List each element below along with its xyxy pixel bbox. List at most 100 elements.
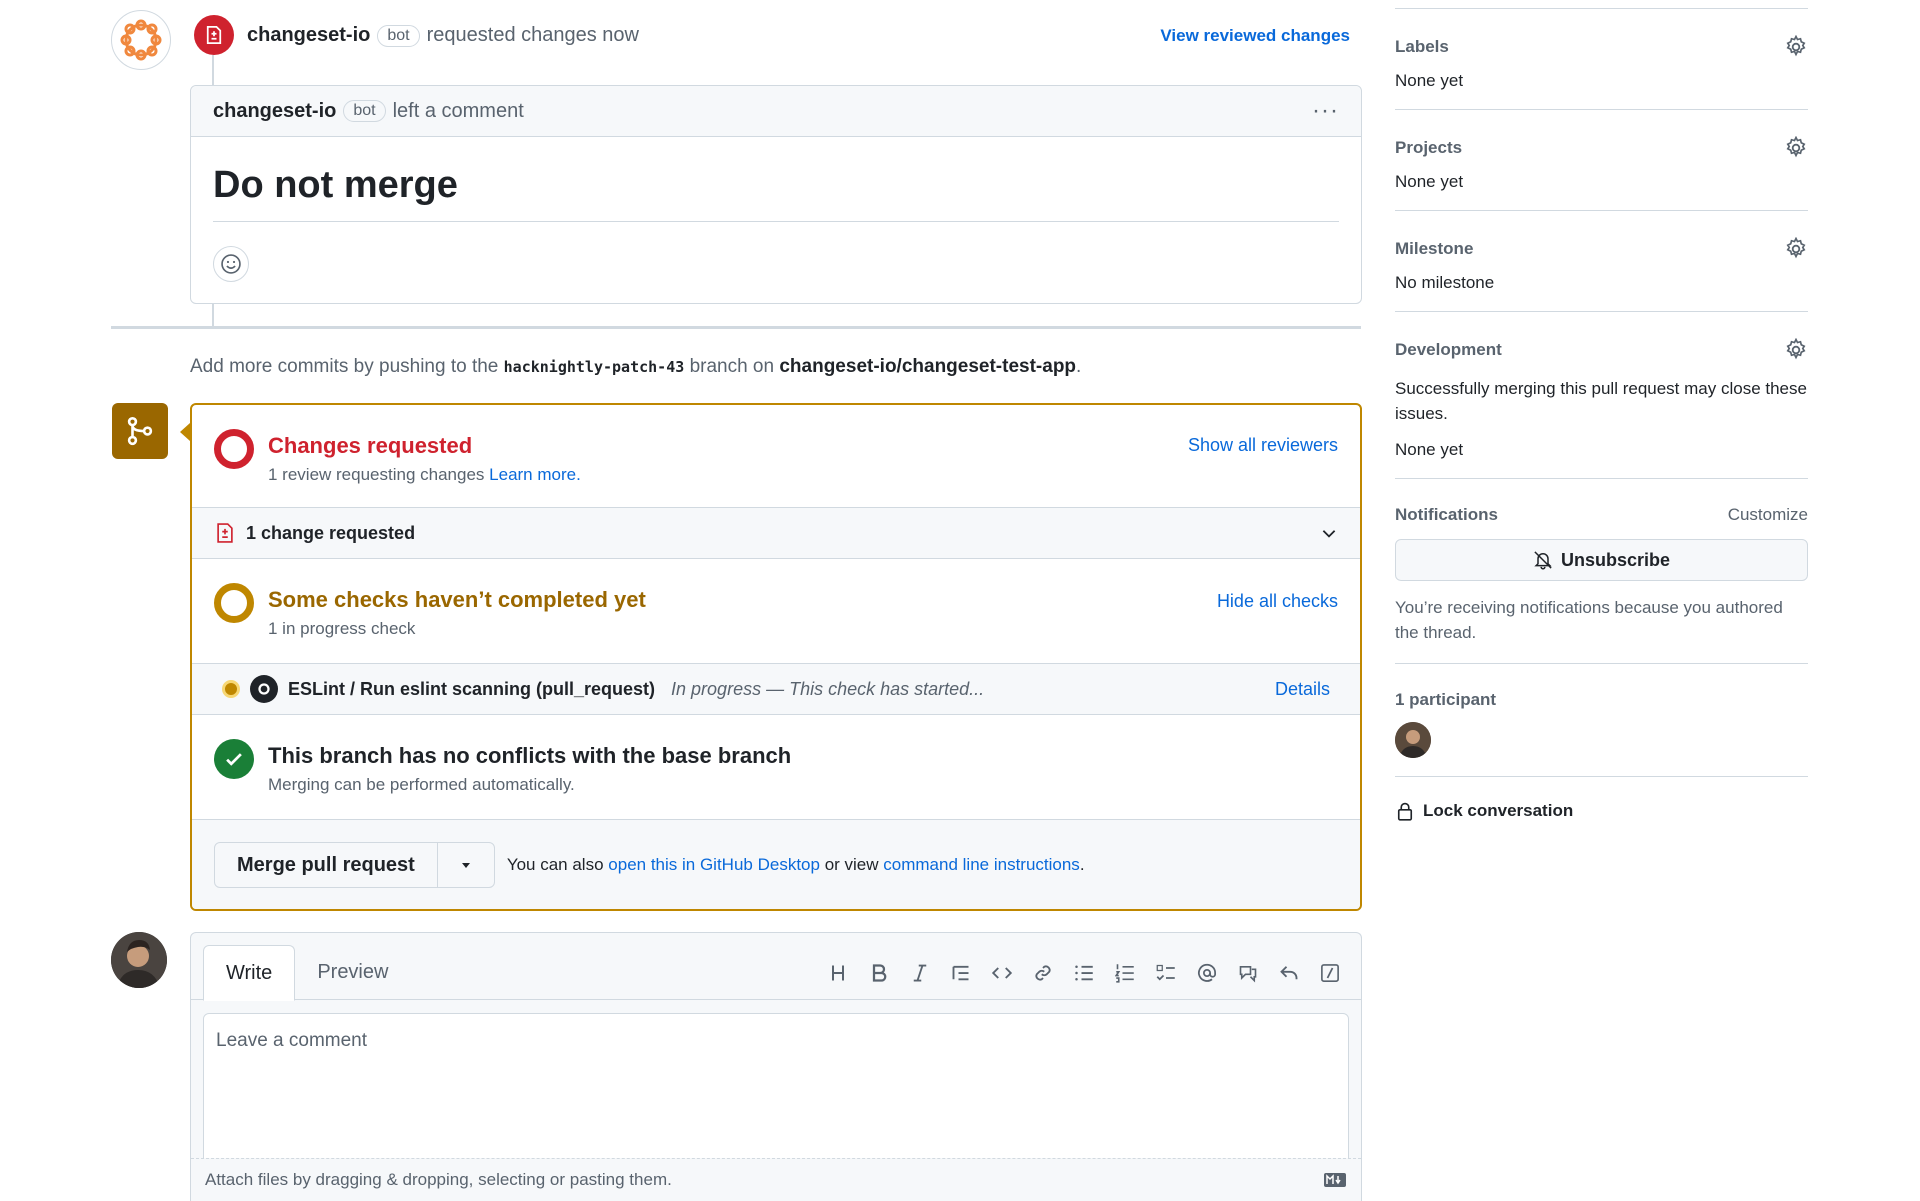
attach-files-bar[interactable]: Attach files by dragging & dropping, sel… bbox=[191, 1158, 1361, 1201]
bulleted-list-icon[interactable] bbox=[1068, 957, 1099, 988]
review-author-link[interactable]: changeset-io bbox=[247, 24, 370, 47]
branch-name[interactable]: hacknightly-patch-43 bbox=[504, 358, 685, 376]
bold-icon[interactable] bbox=[863, 957, 894, 988]
changeset-io-avatar[interactable] bbox=[111, 10, 171, 70]
comment-options-icon[interactable]: ··· bbox=[1312, 97, 1339, 125]
gear-icon[interactable] bbox=[1784, 338, 1808, 362]
development-heading: Development bbox=[1395, 340, 1502, 359]
user-photo-icon bbox=[1395, 722, 1431, 758]
markdown-icon bbox=[1324, 1173, 1346, 1187]
attach-files-text: Attach files by dragging & dropping, sel… bbox=[205, 1170, 672, 1189]
push-hint-suffix: . bbox=[1076, 356, 1082, 377]
bot-badge: bot bbox=[343, 100, 386, 122]
conflicts-section: This branch has no conflicts with the ba… bbox=[192, 735, 1360, 819]
check-run-status: In progress — This check has started... bbox=[671, 678, 985, 699]
changes-requested-badge bbox=[194, 15, 234, 55]
projects-heading: Projects bbox=[1395, 138, 1463, 157]
chevron-down-icon[interactable] bbox=[1320, 524, 1338, 542]
comment-header: changeset-io bot left a comment ··· bbox=[191, 86, 1361, 137]
changeset-logo-icon bbox=[120, 19, 162, 61]
changes-requested-title: Changes requested bbox=[268, 433, 473, 458]
comment-rule bbox=[213, 221, 1339, 222]
numbered-list-icon[interactable] bbox=[1109, 957, 1140, 988]
success-check-icon bbox=[214, 739, 254, 779]
sidebar-labels: Labels None yet bbox=[1395, 8, 1808, 110]
current-user-avatar[interactable] bbox=[111, 932, 167, 988]
merge-pull-request-button[interactable]: Merge pull request bbox=[215, 843, 438, 887]
gear-icon[interactable] bbox=[1784, 35, 1808, 59]
bot-badge: bot bbox=[377, 24, 420, 47]
milestone-heading: Milestone bbox=[1395, 239, 1474, 258]
slash-command-icon[interactable] bbox=[1314, 957, 1345, 988]
learn-more-link[interactable]: Learn more. bbox=[489, 465, 581, 484]
customize-link[interactable]: Customize bbox=[1728, 505, 1808, 525]
show-all-reviewers-link[interactable]: Show all reviewers bbox=[1188, 435, 1338, 456]
comment-editor: Write Preview Leave a comment Attach fil… bbox=[190, 932, 1362, 1201]
development-value: None yet bbox=[1395, 440, 1464, 459]
participant-avatar[interactable] bbox=[1395, 722, 1431, 758]
comment-author-link[interactable]: changeset-io bbox=[213, 100, 336, 123]
gear-icon[interactable] bbox=[1784, 237, 1808, 261]
add-reaction-button[interactable] bbox=[213, 246, 249, 282]
review-event-line: changeset-io bot requested changes now bbox=[247, 24, 639, 47]
triangle-down-icon bbox=[461, 863, 470, 868]
changes-requested-ring-icon bbox=[214, 429, 254, 469]
merge-button-group: Merge pull request bbox=[214, 842, 495, 888]
labels-heading: Labels bbox=[1395, 37, 1449, 56]
change-requested-label: 1 change requested bbox=[246, 522, 416, 543]
checks-title: Some checks haven’t completed yet bbox=[268, 587, 646, 612]
sidebar-projects: Projects None yet bbox=[1395, 110, 1808, 211]
checks-section: Some checks haven’t completed yet 1 in p… bbox=[192, 579, 1360, 663]
view-reviewed-changes-link[interactable]: View reviewed changes bbox=[1160, 26, 1350, 46]
smiley-icon bbox=[221, 254, 241, 274]
changes-subtitle-text: 1 review requesting changes bbox=[268, 465, 485, 484]
command-line-instructions-link[interactable]: command line instructions bbox=[883, 855, 1080, 874]
reply-icon[interactable] bbox=[1273, 957, 1304, 988]
italic-icon[interactable] bbox=[904, 957, 935, 988]
lock-conversation-button[interactable]: Lock conversation bbox=[1395, 801, 1808, 821]
heading-icon[interactable] bbox=[822, 957, 853, 988]
no-conflicts-title: This branch has no conflicts with the ba… bbox=[268, 743, 792, 768]
mention-icon[interactable] bbox=[1191, 957, 1222, 988]
bell-slash-icon bbox=[1534, 551, 1552, 570]
merge-box-pointer bbox=[180, 423, 190, 441]
sidebar-notifications: Notifications Customize Unsubscribe You’… bbox=[1395, 479, 1808, 664]
tab-write[interactable]: Write bbox=[203, 945, 296, 1001]
open-github-desktop-link[interactable]: open this in GitHub Desktop bbox=[608, 855, 820, 874]
milestone-value: No milestone bbox=[1395, 273, 1495, 292]
unsubscribe-label: Unsubscribe bbox=[1560, 549, 1671, 570]
gear-icon[interactable] bbox=[1784, 136, 1808, 160]
push-hint-middle: branch on bbox=[689, 356, 775, 377]
tab-preview[interactable]: Preview bbox=[295, 945, 410, 999]
task-list-icon[interactable] bbox=[1150, 957, 1181, 988]
participants-heading: 1 participant bbox=[1395, 690, 1497, 709]
check-details-link[interactable]: Details bbox=[1275, 679, 1330, 700]
cross-reference-icon[interactable] bbox=[1232, 957, 1263, 988]
push-hint-prefix: Add more commits by pushing to the bbox=[190, 356, 499, 377]
timeline-connector bbox=[212, 302, 214, 326]
comment-action-text: left a comment bbox=[392, 99, 524, 122]
merge-method-dropdown[interactable] bbox=[438, 843, 494, 887]
quote-icon[interactable] bbox=[945, 957, 976, 988]
repo-link[interactable]: changeset-io/changeset-test-app bbox=[779, 356, 1076, 377]
notifications-reason: You’re receiving notifications because y… bbox=[1395, 598, 1783, 642]
markdown-toolbar bbox=[822, 957, 1345, 988]
merge-footer: Merge pull request You can also open thi… bbox=[192, 819, 1360, 909]
changes-requested-section: Changes requested 1 review requesting ch… bbox=[192, 425, 1360, 505]
also-text: You can also bbox=[506, 855, 604, 874]
github-actions-icon bbox=[250, 675, 278, 703]
unsubscribe-button[interactable]: Unsubscribe bbox=[1395, 539, 1808, 581]
footer-period: . bbox=[1079, 855, 1085, 874]
changes-requested-subtitle: 1 review requesting changes Learn more. bbox=[268, 465, 581, 485]
timeline-end-divider bbox=[111, 326, 1361, 329]
user-photo-icon bbox=[111, 932, 167, 988]
notifications-heading: Notifications bbox=[1395, 505, 1498, 524]
change-requested-row[interactable]: 1 change requested bbox=[192, 507, 1360, 559]
projects-value: None yet bbox=[1395, 172, 1464, 191]
code-icon[interactable] bbox=[986, 957, 1017, 988]
hide-all-checks-link[interactable]: Hide all checks bbox=[1217, 591, 1338, 612]
check-run-name: ESLint / Run eslint scanning (pull_reque… bbox=[288, 678, 656, 699]
merge-status-icon bbox=[112, 403, 168, 459]
review-comment: changeset-io bot left a comment ··· Do n… bbox=[190, 85, 1362, 304]
link-icon[interactable] bbox=[1027, 957, 1058, 988]
